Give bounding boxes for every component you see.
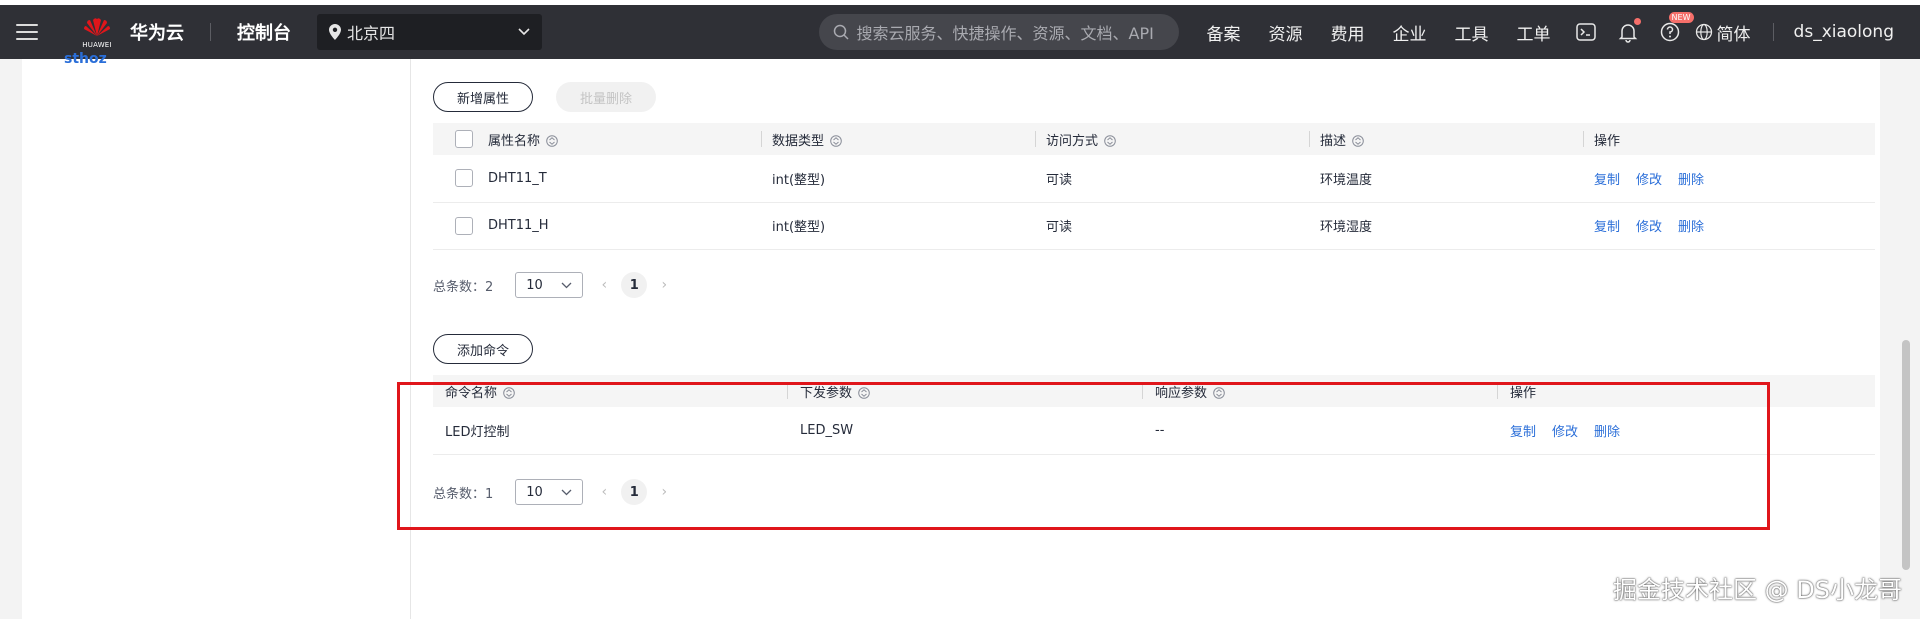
language-label: 简体 <box>1716 24 1751 45</box>
search-placeholder: 搜索云服务、快捷操作、资源、文档、API <box>856 24 1154 43</box>
brand-name[interactable]: 华为云 <box>130 19 184 45</box>
nav-resources[interactable]: 资源 <box>1269 20 1303 45</box>
cloud-shell-icon[interactable] <box>1575 21 1597 43</box>
nav-tools[interactable]: 工具 <box>1455 20 1489 45</box>
next-page-icon[interactable]: › <box>657 484 671 500</box>
sort-icon <box>1352 134 1364 147</box>
prev-page-icon[interactable]: ‹ <box>597 484 611 500</box>
region-label: 北京四 <box>347 24 396 43</box>
location-pin-icon <box>329 24 341 40</box>
search-icon <box>833 24 849 40</box>
content-divider <box>410 59 411 619</box>
bell-icon[interactable] <box>1617 18 1641 43</box>
next-page-icon[interactable]: › <box>657 277 671 293</box>
copy-link[interactable]: 复制 <box>1594 173 1620 188</box>
red-highlight-box <box>397 382 1770 530</box>
huawei-logo[interactable]: HUAWEI <box>80 16 114 49</box>
nav-enterprise[interactable]: 企业 <box>1393 20 1427 45</box>
delete-link[interactable]: 删除 <box>1678 173 1704 188</box>
row-checkbox[interactable] <box>455 169 473 188</box>
cell-prop-name: DHT11_T <box>488 155 762 203</box>
table-row: DHT11_T int(整型) 可读 环境温度 复制 修改 删除 <box>433 155 1875 203</box>
cell-actions: 复制 修改 删除 <box>1584 155 1875 203</box>
edit-link[interactable]: 修改 <box>1636 173 1662 188</box>
console-link[interactable]: 控制台 <box>237 19 291 45</box>
nav-tickets[interactable]: 工单 <box>1517 20 1551 45</box>
main-content: sthoz 新增属性 批量删除 属性名称 数据类型 访问方式 描述 操作 DHT… <box>22 51 1880 619</box>
cell-data-type: int(整型) <box>762 202 1036 250</box>
commands-pagination: 总条数：1 10 ‹ 1 › <box>433 479 671 505</box>
sort-icon <box>546 134 558 147</box>
new-badge: NEW <box>1668 12 1694 23</box>
notification-dot <box>1633 18 1641 25</box>
col-header-description[interactable]: 描述 <box>1310 123 1584 155</box>
batch-delete-button[interactable]: 批量删除 <box>556 82 656 112</box>
page-number[interactable]: 1 <box>621 479 648 505</box>
properties-table: 属性名称 数据类型 访问方式 描述 操作 DHT11_T int(整型) 可读 … <box>433 123 1875 250</box>
region-selector[interactable]: 北京四 <box>317 14 542 50</box>
watermark: 掘金技术社区 @ DS小龙哥 <box>1613 576 1902 604</box>
page-size-select[interactable]: 10 <box>515 479 584 505</box>
cell-access: 可读 <box>1036 202 1310 250</box>
language-switch[interactable]: 简体 <box>1695 20 1751 45</box>
table-row: DHT11_H int(整型) 可读 环境湿度 复制 修改 删除 <box>433 202 1875 250</box>
row-checkbox[interactable] <box>455 216 473 235</box>
edit-link[interactable]: 修改 <box>1636 220 1662 235</box>
add-property-button[interactable]: 新增属性 <box>433 82 533 112</box>
prev-page-icon[interactable]: ‹ <box>597 277 611 293</box>
divider <box>210 23 211 41</box>
col-header-actions: 操作 <box>1584 123 1875 155</box>
properties-pagination: 总条数：2 10 ‹ 1 › <box>433 272 671 298</box>
total-count: 总条数：1 <box>433 486 494 502</box>
select-all-header <box>433 123 488 155</box>
copy-link[interactable]: 复制 <box>1594 220 1620 235</box>
sidebar-product-link[interactable]: sthoz <box>64 51 107 67</box>
cell-actions: 复制 修改 删除 <box>1584 202 1875 250</box>
col-header-data-type[interactable]: 数据类型 <box>762 123 1036 155</box>
cell-prop-name: DHT11_H <box>488 202 762 250</box>
col-header-prop-name[interactable]: 属性名称 <box>488 123 762 155</box>
vertical-scrollbar[interactable] <box>1902 340 1910 570</box>
add-command-button[interactable]: 添加命令 <box>433 334 533 364</box>
chevron-down-icon <box>518 28 530 36</box>
logo-text: HUAWEI <box>82 40 112 49</box>
globe-icon <box>1695 23 1712 41</box>
total-count: 总条数：2 <box>433 279 494 295</box>
cell-access: 可读 <box>1036 155 1310 203</box>
top-navigation-bar: HUAWEI 华为云 控制台 北京四 搜索云服务、快捷操作、资源、文档、API … <box>0 0 1920 59</box>
chevron-down-icon <box>561 489 572 495</box>
cell-data-type: int(整型) <box>762 155 1036 203</box>
table-header-row: 属性名称 数据类型 访问方式 描述 操作 <box>433 123 1875 155</box>
username-menu[interactable]: ds_xiaolong <box>1794 22 1894 42</box>
nav-billing[interactable]: 费用 <box>1331 20 1365 45</box>
page-size-select[interactable]: 10 <box>515 272 584 298</box>
select-all-checkbox[interactable] <box>455 130 473 148</box>
global-search-input[interactable]: 搜索云服务、快捷操作、资源、文档、API <box>818 14 1179 50</box>
sort-icon <box>830 134 842 147</box>
page-number[interactable]: 1 <box>621 272 648 298</box>
chevron-down-icon <box>561 282 572 288</box>
divider <box>1772 23 1774 41</box>
cell-description: 环境温度 <box>1310 155 1584 203</box>
col-header-access[interactable]: 访问方式 <box>1036 123 1310 155</box>
cell-description: 环境湿度 <box>1310 202 1584 250</box>
delete-link[interactable]: 删除 <box>1678 220 1704 235</box>
top-nav-links: 备案 资源 费用 企业 工具 工单 <box>1193 20 1565 45</box>
menu-icon[interactable] <box>16 24 38 40</box>
nav-beian[interactable]: 备案 <box>1207 20 1241 45</box>
huawei-flower-icon <box>84 17 110 36</box>
sort-icon <box>1104 134 1116 147</box>
help-icon[interactable]: NEW <box>1659 12 1694 43</box>
